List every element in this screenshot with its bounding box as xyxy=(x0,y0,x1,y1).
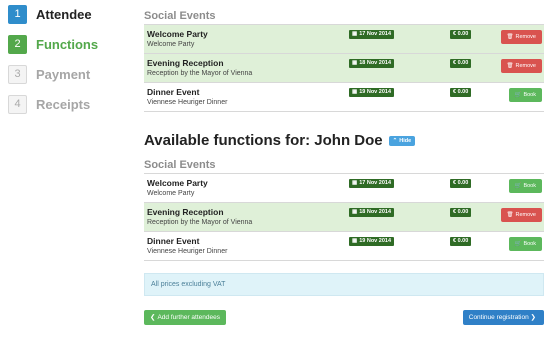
calendar-icon: ▦ xyxy=(352,89,358,95)
book-button[interactable]: 🛒 Book xyxy=(508,237,542,251)
table-row: Welcome Party Welcome Party ▦ 17 Nov 2014… xyxy=(144,25,544,54)
main-content: Social Events Welcome Party Welcome Part… xyxy=(144,0,544,330)
book-button[interactable]: 🛒 Book xyxy=(508,88,542,102)
date-badge: ▦ 18 Nov 2014 xyxy=(349,59,395,68)
function-name: Evening Reception xyxy=(147,58,224,68)
function-name: Welcome Party xyxy=(147,29,208,39)
step-number: 3 xyxy=(8,64,27,84)
function-desc: Reception by the Mayor of Vienna xyxy=(147,219,253,226)
date-badge: ▦ 19 Nov 2014 xyxy=(349,237,395,246)
cart-icon: 🛒 xyxy=(514,241,522,247)
price-badge: € 0.00 xyxy=(450,208,472,217)
section-title: Social Events xyxy=(144,159,544,174)
section-title: Social Events xyxy=(144,10,544,25)
trash-icon: 🗑 xyxy=(506,212,514,218)
function-desc: Viennese Heuriger Dinner xyxy=(147,99,228,106)
chevron-up-icon: ⌃ xyxy=(392,137,398,144)
table-row: Welcome Party Welcome Party ▦ 17 Nov 2014… xyxy=(144,174,544,203)
table-row: Dinner Event Viennese Heuriger Dinner ▦ 1… xyxy=(144,83,544,112)
step-label: Functions xyxy=(36,36,99,52)
step-number: 2 xyxy=(8,34,27,54)
step-label: Attendee xyxy=(36,6,92,22)
price-badge: € 0.00 xyxy=(450,59,472,68)
step-number: 4 xyxy=(8,94,27,114)
function-name: Dinner Event xyxy=(147,87,200,97)
remove-button[interactable]: 🗑 Remove xyxy=(500,59,542,73)
table-row: Dinner Event Viennese Heuriger Dinner ▦ 1… xyxy=(144,232,544,261)
calendar-icon: ▦ xyxy=(352,60,358,66)
calendar-icon: ▦ xyxy=(352,31,358,37)
step-label: Receipts xyxy=(36,96,91,112)
function-desc: Welcome Party xyxy=(147,41,195,48)
chevron-right-icon: ❯ xyxy=(530,314,536,321)
remove-button[interactable]: 🗑 Remove xyxy=(500,208,542,222)
price-badge: € 0.00 xyxy=(450,179,472,188)
book-button[interactable]: 🛒 Book xyxy=(508,179,542,193)
table-row: Evening Reception Reception by the Mayor… xyxy=(144,203,544,232)
step-number: 1 xyxy=(8,4,27,24)
date-badge: ▦ 17 Nov 2014 xyxy=(349,179,395,188)
date-badge: ▦ 18 Nov 2014 xyxy=(349,208,395,217)
step-receipts: 4 Receipts xyxy=(8,90,128,118)
price-badge: € 0.00 xyxy=(450,88,472,97)
remove-button[interactable]: 🗑 Remove xyxy=(500,30,542,44)
date-badge: ▦ 19 Nov 2014 xyxy=(349,88,395,97)
function-desc: Reception by the Mayor of Vienna xyxy=(147,70,253,77)
function-name: Welcome Party xyxy=(147,178,208,188)
step-attendee[interactable]: 1 Attendee xyxy=(8,0,128,28)
trash-icon: 🗑 xyxy=(506,34,514,40)
date-badge: ▦ 17 Nov 2014 xyxy=(349,30,395,39)
step-payment: 3 Payment xyxy=(8,60,128,88)
vat-info-box: All prices excluding VAT xyxy=(144,273,544,296)
calendar-icon: ▦ xyxy=(352,238,358,244)
function-desc: Viennese Heuriger Dinner xyxy=(147,248,228,255)
add-attendees-button[interactable]: ❮ Add further attendees xyxy=(144,310,226,325)
action-bar: ❮ Add further attendees Continue registra… xyxy=(144,310,544,330)
function-name: Dinner Event xyxy=(147,236,200,246)
function-desc: Welcome Party xyxy=(147,190,195,197)
available-title: Available functions for: John Doe ⌃ Hide xyxy=(144,132,544,149)
price-badge: € 0.00 xyxy=(450,237,472,246)
cart-icon: 🛒 xyxy=(514,92,522,98)
chevron-left-icon: ❮ xyxy=(150,314,156,321)
function-name: Evening Reception xyxy=(147,207,224,217)
step-label: Payment xyxy=(36,66,91,82)
continue-registration-button[interactable]: Continue registration ❯ xyxy=(462,310,544,325)
table-row: Evening Reception Reception by the Mayor… xyxy=(144,54,544,83)
calendar-icon: ▦ xyxy=(352,209,358,215)
price-badge: € 0.00 xyxy=(450,30,472,39)
calendar-icon: ▦ xyxy=(352,180,358,186)
wizard-steps: 1 Attendee 2 Functions 3 Payment 4 Recei… xyxy=(8,0,128,120)
step-functions[interactable]: 2 Functions xyxy=(8,30,128,58)
trash-icon: 🗑 xyxy=(506,63,514,69)
hide-button[interactable]: ⌃ Hide xyxy=(388,135,416,146)
cart-icon: 🛒 xyxy=(514,183,522,189)
